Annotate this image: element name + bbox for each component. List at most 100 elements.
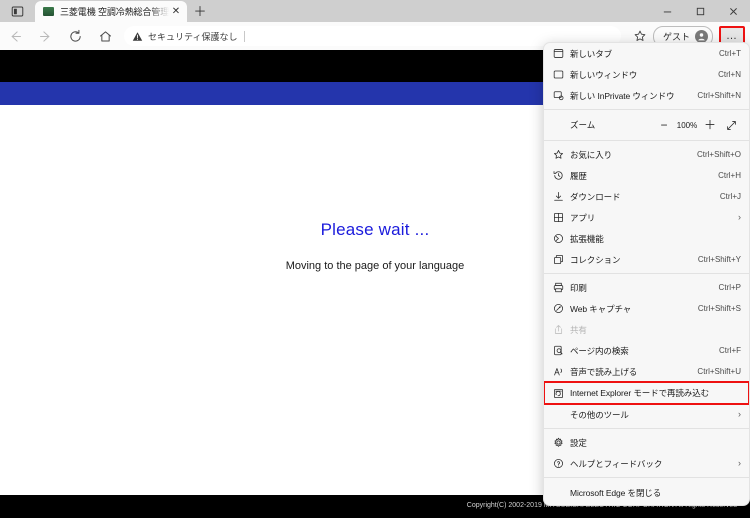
minimize-icon[interactable] [651, 0, 684, 22]
menu-item-new-inprivate-window[interactable]: 新しい InPrivate ウィンドウ Ctrl+Shift+N [544, 85, 749, 106]
menu-item-accel: Ctrl+Shift+N [697, 91, 741, 100]
menu-item-reload-in-ie-mode[interactable]: Internet Explorer モードで再読み込む [544, 381, 749, 405]
zoom-label: ズーム [570, 120, 596, 130]
gear-icon [553, 437, 570, 448]
menu-item-label: アプリ [570, 212, 596, 223]
menu-item-find-in-page[interactable]: ページ内の検索 Ctrl+F [544, 340, 749, 361]
window-controls [651, 0, 750, 22]
read-aloud-icon [553, 366, 570, 377]
tab-favicon [43, 7, 54, 16]
omnibox-divider [244, 30, 246, 42]
chevron-right-icon: › [738, 458, 741, 468]
extensions-icon [553, 233, 570, 244]
zoom-out-button[interactable]: − [654, 115, 674, 135]
menu-item-label: 新しい InPrivate ウィンドウ [570, 90, 675, 101]
close-icon[interactable]: ✕ [169, 5, 183, 19]
menu-item-close-edge[interactable]: Microsoft Edge を閉じる [544, 481, 749, 505]
new-tab-button[interactable]: ＋ [187, 0, 213, 22]
menu-item-label: Internet Explorer モードで再読み込む [570, 388, 709, 398]
zoom-in-button[interactable]: ＋ [700, 115, 720, 135]
menu-item-accel: Ctrl+F [719, 346, 741, 355]
menu-item-web-capture[interactable]: Web キャプチャ Ctrl+Shift+S [544, 298, 749, 319]
menu-item-accel: Ctrl+Shift+Y [697, 255, 741, 264]
new-tab-icon [553, 48, 570, 59]
menu-item-accel: Ctrl+N [718, 70, 741, 79]
browser-tab[interactable]: 三菱電機 空調冷熱総合管理システ ✕ [35, 1, 187, 22]
menu-divider [544, 140, 749, 141]
inprivate-icon [553, 90, 570, 101]
profile-label: ゲスト [662, 31, 690, 42]
menu-item-label: お気に入り [570, 149, 613, 160]
menu-item-label: 拡張機能 [570, 233, 604, 244]
close-icon[interactable] [717, 0, 750, 22]
share-icon [553, 324, 570, 335]
back-arrow-icon[interactable] [0, 22, 30, 50]
menu-item-label: コレクション [570, 254, 621, 265]
warning-triangle-icon [132, 31, 143, 41]
menu-item-accel: Ctrl+Shift+S [697, 304, 741, 313]
menu-divider [544, 273, 749, 274]
menu-item-accel: Ctrl+T [719, 49, 741, 58]
menu-item-new-window[interactable]: 新しいウィンドウ Ctrl+N [544, 64, 749, 85]
menu-item-label: Microsoft Edge を閉じる [570, 488, 662, 498]
menu-item-extensions[interactable]: 拡張機能 [544, 228, 749, 249]
menu-item-accel: Ctrl+Shift+O [696, 150, 741, 159]
web-capture-icon [553, 303, 570, 314]
zoom-value: 100% [676, 120, 698, 130]
menu-item-print[interactable]: 印刷 Ctrl+P [544, 277, 749, 298]
find-page-icon [553, 345, 570, 356]
menu-item-label: ヘルプとフィードバック [570, 458, 663, 469]
menu-divider [544, 428, 749, 429]
menu-item-label: Web キャプチャ [570, 303, 632, 314]
menu-item-label: 設定 [570, 437, 587, 448]
menu-divider [544, 109, 749, 110]
menu-item-collections[interactable]: コレクション Ctrl+Shift+Y [544, 249, 749, 270]
chevron-right-icon: › [738, 409, 741, 419]
collections-icon [553, 254, 570, 265]
menu-item-share: 共有 [544, 319, 749, 340]
menu-item-read-aloud[interactable]: 音声で読み上げる Ctrl+Shift+U [544, 361, 749, 382]
title-bar: 三菱電機 空調冷熱総合管理システ ✕ ＋ [0, 0, 750, 22]
menu-item-zoom: ズーム − 100% ＋ [544, 113, 749, 137]
security-status[interactable]: セキュリティ保護なし [132, 30, 237, 43]
chevron-right-icon: › [738, 212, 741, 222]
menu-item-label: 共有 [570, 324, 587, 335]
tab-search-icon[interactable] [0, 0, 34, 22]
home-icon[interactable] [90, 22, 120, 50]
new-window-icon [553, 69, 570, 80]
zoom-controls: − 100% ＋ [654, 115, 742, 135]
forward-arrow-icon[interactable] [30, 22, 60, 50]
apps-grid-icon [553, 212, 570, 223]
fullscreen-icon[interactable] [720, 115, 742, 135]
menu-item-label: 新しいタブ [570, 48, 613, 59]
star-icon [553, 149, 570, 160]
menu-item-label: 印刷 [570, 282, 587, 293]
menu-divider [544, 477, 749, 478]
ie-mode-icon [553, 388, 570, 399]
menu-item-label: その他のツール [570, 409, 629, 420]
ellipsis-icon: … [726, 29, 738, 42]
menu-item-accel: Ctrl+H [718, 171, 741, 180]
menu-item-new-tab[interactable]: 新しいタブ Ctrl+T [544, 43, 749, 64]
menu-item-accel: Ctrl+Shift+U [697, 367, 741, 376]
menu-item-label: 履歴 [570, 170, 587, 181]
menu-item-apps[interactable]: アプリ › [544, 207, 749, 228]
menu-item-accel: Ctrl+P [718, 283, 741, 292]
settings-and-more-menu: 新しいタブ Ctrl+T 新しいウィンドウ Ctrl+N 新しい InPriva… [543, 42, 750, 506]
menu-item-label: 新しいウィンドウ [570, 69, 638, 80]
menu-item-label: 音声で読み上げる [570, 366, 638, 377]
menu-item-label: ページ内の検索 [570, 345, 629, 356]
maximize-icon[interactable] [684, 0, 717, 22]
avatar-icon [695, 29, 708, 43]
menu-item-more-tools[interactable]: その他のツール › [544, 404, 749, 425]
tab-strip: 三菱電機 空調冷熱総合管理システ ✕ ＋ [0, 0, 600, 22]
browser-window: 三菱電機 空調冷熱総合管理システ ✕ ＋ [0, 0, 750, 518]
menu-item-history[interactable]: 履歴 Ctrl+H [544, 165, 749, 186]
menu-item-settings[interactable]: 設定 [544, 432, 749, 453]
refresh-icon[interactable] [60, 22, 90, 50]
menu-item-favorites[interactable]: お気に入り Ctrl+Shift+O [544, 144, 749, 165]
menu-item-help-and-feedback[interactable]: ヘルプとフィードバック › [544, 453, 749, 474]
menu-item-downloads[interactable]: ダウンロード Ctrl+J [544, 186, 749, 207]
menu-item-label: ダウンロード [570, 191, 621, 202]
tab-title: 三菱電機 空調冷熱総合管理システ [60, 7, 169, 17]
